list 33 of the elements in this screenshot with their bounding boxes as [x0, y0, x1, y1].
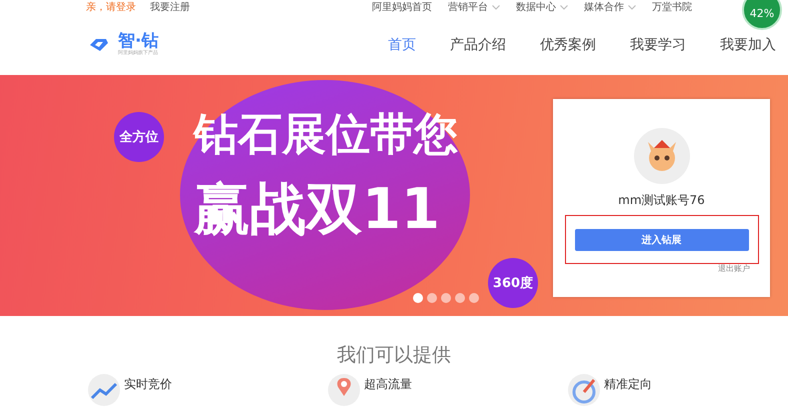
nav-tab[interactable]: 优秀案例 — [540, 36, 596, 54]
register-link[interactable]: 我要注册 — [150, 2, 190, 14]
target-icon — [568, 374, 600, 406]
top-link[interactable]: 媒体合作 — [584, 2, 636, 14]
top-link[interactable]: 阿里妈妈首页 — [372, 2, 432, 14]
pin-icon — [328, 374, 360, 406]
section-title: 我们可以提供 — [337, 343, 451, 368]
top-link[interactable]: 万堂书院 — [652, 2, 692, 14]
banner-tag: 全方位 — [114, 112, 164, 162]
nav-tab[interactable]: 产品介绍 — [450, 36, 506, 54]
banner-headline: 赢战双11 — [192, 176, 441, 244]
banner-tag: 360度 — [488, 258, 538, 308]
feature-title: 实时竞价 — [124, 376, 172, 393]
avatar-icon — [634, 128, 690, 184]
carousel-dot[interactable] — [413, 293, 423, 303]
nav-tab[interactable]: 我要学习 — [630, 36, 686, 54]
top-link[interactable]: 营销平台 — [448, 2, 500, 14]
feature-title: 精准定向 — [604, 376, 652, 393]
carousel-dot[interactable] — [427, 293, 437, 303]
enter-button[interactable]: 进入钻展 — [574, 228, 748, 250]
logo-icon — [88, 36, 110, 52]
carousel-dot[interactable] — [441, 293, 451, 303]
logout-link[interactable]: 退出账户 — [718, 263, 750, 274]
carousel-dot[interactable] — [455, 293, 465, 303]
nav-tab[interactable]: 我要加入 — [720, 36, 776, 54]
top-link[interactable]: 数据中心 — [516, 2, 568, 14]
logo-text: 智·钻 — [118, 32, 158, 50]
progress-badge: 42% — [742, 0, 782, 30]
nav-tab[interactable]: 首页 — [388, 36, 416, 54]
carousel-dot[interactable] — [469, 293, 479, 303]
chart-icon — [88, 374, 120, 406]
feature-title: 超高流量 — [364, 376, 412, 393]
account-name: mm测试账号76 — [618, 192, 705, 209]
